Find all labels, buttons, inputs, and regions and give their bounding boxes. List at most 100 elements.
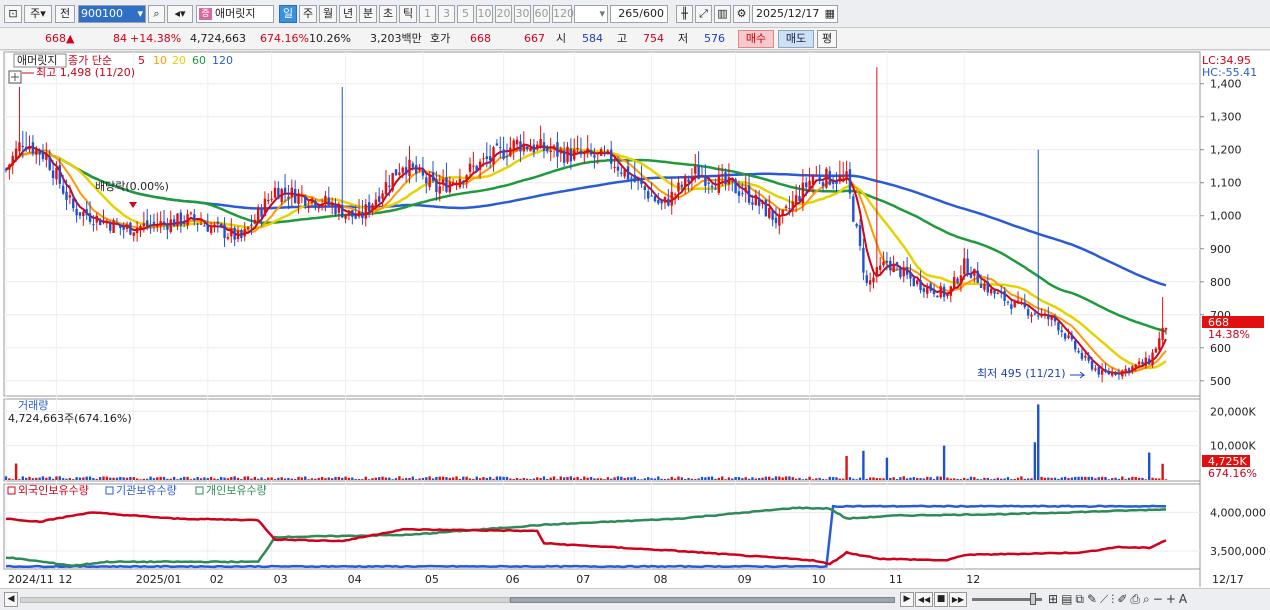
chart-area[interactable]: 1,400 1,300 1,200 1,100 1,000 900 800 700 600 500…	[0, 51, 1270, 588]
date-input[interactable]: 2025/12/17 ▦	[752, 5, 838, 23]
stock-chart[interactable]: 1,4001,3001,2001,1001,000900800700600500…	[0, 51, 1270, 588]
indicator-icon[interactable]: ▥	[714, 5, 731, 23]
text-icon[interactable]: ✐	[1117, 592, 1130, 606]
period-minute[interactable]: 분	[359, 5, 377, 23]
interval-20[interactable]: 20	[495, 5, 512, 23]
period-day[interactable]: 일	[279, 5, 297, 23]
search-icon[interactable]: ⌕	[148, 5, 165, 23]
period-second[interactable]: 초	[379, 5, 397, 23]
interval-1[interactable]: 1	[419, 5, 436, 23]
candle-body	[989, 288, 993, 294]
candle-body	[559, 149, 562, 154]
candle-body	[596, 153, 599, 155]
period-year[interactable]: 년	[339, 5, 357, 23]
volume-bar	[253, 476, 257, 480]
prev-button[interactable]: 전	[55, 5, 75, 23]
buy-button[interactable]: 매수	[738, 30, 774, 48]
font-size-icon[interactable]: A	[1179, 592, 1190, 606]
layout-icon[interactable]: ⊞	[1048, 592, 1061, 606]
nav-forward-button[interactable]: ▶▶	[949, 592, 967, 607]
sell-button[interactable]: 매도	[778, 30, 814, 48]
volume-bar	[875, 478, 879, 480]
volume-bar	[250, 478, 253, 480]
candle-body	[421, 169, 425, 176]
chart-layout-icon[interactable]: ⊡	[4, 5, 22, 23]
nav-rewind-button[interactable]: ◀◀	[915, 592, 933, 607]
custom-interval-input[interactable]: ▾	[574, 5, 608, 23]
volume-bar	[1013, 478, 1016, 480]
candle-body	[1164, 328, 1168, 330]
candle-body	[616, 166, 620, 171]
scroll-left-icon[interactable]: ◀	[4, 592, 18, 607]
volume-bar	[626, 477, 630, 480]
volume-bar	[757, 477, 761, 480]
average-button[interactable]: 평	[817, 30, 837, 48]
candle-body	[183, 223, 186, 225]
line-icon[interactable]: ⟋	[1100, 592, 1111, 606]
overlay-icon[interactable]: ⧉	[1075, 592, 1087, 606]
candle-body	[38, 149, 41, 155]
scrollbar-track[interactable]	[20, 597, 510, 603]
volume-bar	[694, 479, 697, 480]
market-select[interactable]: 주▾	[24, 5, 52, 23]
minus-icon[interactable]: −	[1153, 592, 1166, 606]
volume-bar	[573, 477, 576, 480]
volume-bar	[115, 477, 119, 480]
candle-body	[852, 196, 855, 222]
candle-body	[105, 222, 109, 224]
period-tick[interactable]: 틱	[399, 5, 417, 23]
zoom-slider-handle[interactable]	[1030, 593, 1036, 605]
candle-body	[522, 143, 525, 152]
interval-3[interactable]: 3	[438, 5, 455, 23]
stock-name-box[interactable]: 증 애머릿지	[196, 5, 274, 23]
table-icon[interactable]: ▤	[1061, 592, 1075, 606]
plus-icon[interactable]: +	[1166, 592, 1179, 606]
volume-bar	[310, 478, 314, 480]
volume-bar	[226, 478, 230, 480]
interval-60[interactable]: 60	[533, 5, 550, 23]
count-input[interactable]: 265/600	[610, 5, 668, 23]
foreign-holding-label: 외국인보유수량	[18, 484, 89, 497]
candle-body	[78, 212, 82, 216]
scrollbar-thumb[interactable]	[510, 597, 895, 603]
volume-bar	[65, 478, 68, 480]
gear-icon[interactable]: ⚙	[733, 5, 750, 23]
volume-bar	[741, 478, 744, 480]
speaker-icon[interactable]: ◂▾	[167, 5, 193, 23]
volume-bar	[973, 477, 976, 480]
candle-body	[509, 147, 512, 157]
volume-bar	[176, 479, 179, 480]
nav-stop-button[interactable]: ■	[934, 592, 948, 607]
candle-body	[865, 275, 868, 283]
candle-body	[892, 263, 895, 273]
candle-type-icon[interactable]: ╫	[676, 5, 693, 23]
volume-bar	[374, 477, 378, 480]
period-week[interactable]: 주	[299, 5, 317, 23]
volume-bar	[233, 476, 236, 480]
period-month[interactable]: 월	[319, 5, 337, 23]
draw-tool-icon[interactable]: ⤢	[695, 5, 712, 23]
candle-body	[781, 209, 784, 216]
volume-bar	[636, 479, 640, 480]
volume-bar	[189, 479, 193, 480]
stock-name: 애머릿지	[215, 7, 256, 20]
volume-bar	[451, 477, 455, 480]
candle-body	[505, 156, 509, 158]
interval-5[interactable]: 5	[457, 5, 474, 23]
interval-120[interactable]: 120	[552, 5, 574, 23]
stock-code-input[interactable]: 900100 ▾	[78, 5, 146, 23]
candle-body	[579, 150, 583, 155]
volume-bar	[68, 478, 72, 480]
candle-body	[1151, 352, 1154, 366]
interval-10[interactable]: 10	[476, 5, 493, 23]
volume-bar	[1104, 476, 1107, 480]
x-tick-label: 07	[576, 573, 590, 586]
volume-bar	[811, 479, 815, 480]
nav-play-button[interactable]: ▶	[900, 592, 914, 607]
interval-30[interactable]: 30	[514, 5, 531, 23]
zoom-icon[interactable]: ⌕	[1143, 592, 1153, 606]
candle-body	[253, 219, 257, 224]
draw-icon[interactable]: ✎	[1087, 592, 1100, 606]
volume-bar	[1030, 478, 1033, 480]
print-icon[interactable]: ⎙	[1130, 592, 1143, 606]
